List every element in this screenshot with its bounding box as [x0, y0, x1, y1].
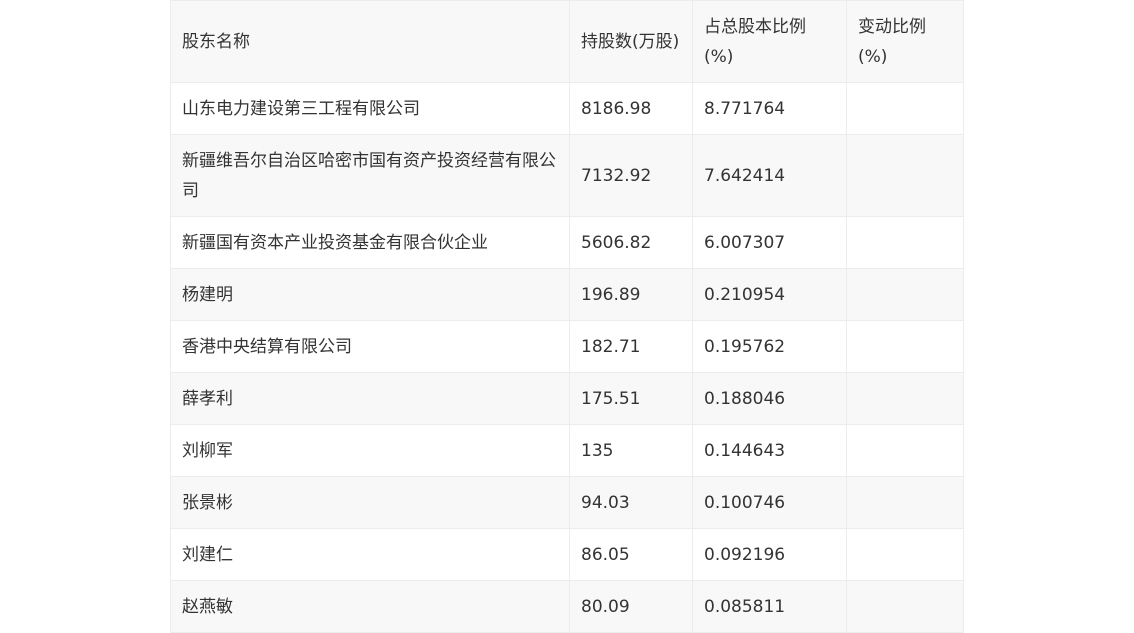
header-change-ratio: 变动比例(%): [846, 0, 964, 83]
cell-share-ratio: 0.144643: [692, 424, 847, 477]
cell-shares-held: 175.51: [569, 372, 693, 425]
cell-shares-held: 7132.92: [569, 134, 693, 217]
cell-share-ratio: 0.195762: [692, 320, 847, 373]
cell-shareholder-name: 香港中央结算有限公司: [170, 320, 570, 373]
table-row: 香港中央结算有限公司 182.71 0.195762: [170, 320, 964, 373]
shareholder-table: 股东名称 持股数(万股) 占总股本比例(%) 变动比例(%) 山东电力建设第三工…: [170, 0, 964, 633]
cell-shares-held: 86.05: [569, 528, 693, 581]
shareholder-table-container: 股东名称 持股数(万股) 占总股本比例(%) 变动比例(%) 山东电力建设第三工…: [170, 0, 964, 633]
cell-shareholder-name: 山东电力建设第三工程有限公司: [170, 82, 570, 135]
cell-change-ratio: [846, 372, 964, 425]
table-row: 杨建明 196.89 0.210954: [170, 268, 964, 321]
cell-share-ratio: 8.771764: [692, 82, 847, 135]
cell-share-ratio: 0.188046: [692, 372, 847, 425]
table-row: 薛孝利 175.51 0.188046: [170, 372, 964, 425]
cell-shares-held: 8186.98: [569, 82, 693, 135]
cell-shareholder-name: 杨建明: [170, 268, 570, 321]
cell-change-ratio: [846, 424, 964, 477]
cell-shareholder-name: 刘柳军: [170, 424, 570, 477]
table-row: 张景彬 94.03 0.100746: [170, 476, 964, 529]
cell-shareholder-name: 新疆维吾尔自治区哈密市国有资产投资经营有限公司: [170, 134, 570, 217]
cell-shareholder-name: 薛孝利: [170, 372, 570, 425]
header-share-ratio: 占总股本比例(%): [692, 0, 847, 83]
table-row: 刘柳军 135 0.144643: [170, 424, 964, 477]
cell-change-ratio: [846, 320, 964, 373]
header-shares-held: 持股数(万股): [569, 0, 693, 83]
cell-shareholder-name: 刘建仁: [170, 528, 570, 581]
cell-change-ratio: [846, 82, 964, 135]
cell-share-ratio: 0.092196: [692, 528, 847, 581]
cell-share-ratio: 7.642414: [692, 134, 847, 217]
cell-share-ratio: 0.085811: [692, 580, 847, 633]
cell-change-ratio: [846, 268, 964, 321]
cell-shareholder-name: 赵燕敏: [170, 580, 570, 633]
header-shareholder-name: 股东名称: [170, 0, 570, 83]
cell-shares-held: 80.09: [569, 580, 693, 633]
table-row: 新疆国有资本产业投资基金有限合伙企业 5606.82 6.007307: [170, 216, 964, 269]
cell-shareholder-name: 新疆国有资本产业投资基金有限合伙企业: [170, 216, 570, 269]
cell-change-ratio: [846, 216, 964, 269]
cell-share-ratio: 6.007307: [692, 216, 847, 269]
cell-change-ratio: [846, 134, 964, 217]
cell-change-ratio: [846, 476, 964, 529]
table-header-row: 股东名称 持股数(万股) 占总股本比例(%) 变动比例(%): [170, 0, 964, 83]
cell-change-ratio: [846, 528, 964, 581]
table-row: 新疆维吾尔自治区哈密市国有资产投资经营有限公司 7132.92 7.642414: [170, 134, 964, 217]
cell-shares-held: 5606.82: [569, 216, 693, 269]
cell-change-ratio: [846, 580, 964, 633]
cell-shares-held: 182.71: [569, 320, 693, 373]
cell-share-ratio: 0.100746: [692, 476, 847, 529]
table-row: 刘建仁 86.05 0.092196: [170, 528, 964, 581]
cell-shares-held: 135: [569, 424, 693, 477]
cell-shares-held: 196.89: [569, 268, 693, 321]
table-row: 赵燕敏 80.09 0.085811: [170, 580, 964, 633]
cell-share-ratio: 0.210954: [692, 268, 847, 321]
table-row: 山东电力建设第三工程有限公司 8186.98 8.771764: [170, 82, 964, 135]
cell-shares-held: 94.03: [569, 476, 693, 529]
cell-shareholder-name: 张景彬: [170, 476, 570, 529]
